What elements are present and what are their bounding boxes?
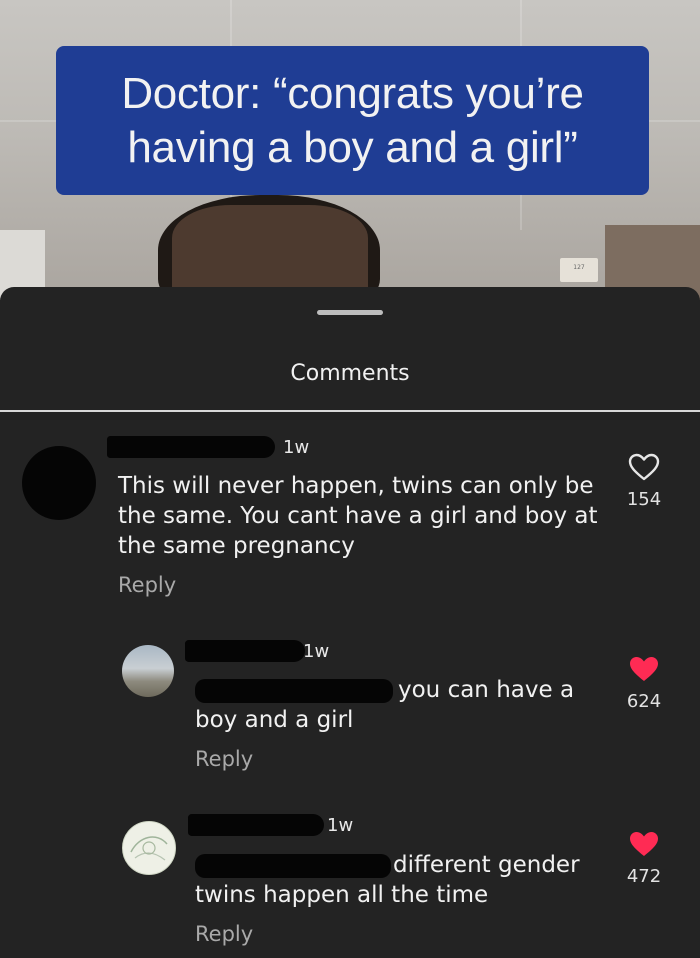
comments-sheet: Comments 1w This will never happen, twin… (0, 287, 700, 958)
reply-comment-item: 1w you can have a boy and a girl Reply 6… (0, 627, 700, 777)
comment-timestamp: 1w (283, 437, 310, 458)
comment-timestamp: 1w (303, 641, 330, 662)
video-caption: Doctor: “congrats you’re having a boy an… (56, 46, 649, 195)
comments-title: Comments (290, 361, 410, 386)
like-count: 154 (626, 489, 662, 510)
like-button[interactable]: 472 (614, 830, 674, 887)
heart-filled-icon (630, 832, 658, 856)
avatar[interactable] (122, 645, 174, 697)
redacted-username (107, 436, 275, 458)
divider (0, 410, 700, 412)
like-button[interactable]: 154 (614, 453, 674, 510)
comment-text-line-2: boy and a girl (195, 707, 354, 733)
heart-outline-icon (628, 453, 660, 481)
wall-sign-text: 127 (573, 264, 585, 271)
comment-text-line-1: different gender (393, 852, 580, 878)
reply-comment-item: 1w different gender twins happen all the… (0, 802, 700, 952)
like-count: 624 (626, 691, 662, 712)
redacted-username (185, 640, 305, 662)
reply-button[interactable]: Reply (195, 922, 253, 946)
comment-timestamp: 1w (327, 815, 354, 836)
avatar-illustration (130, 836, 168, 861)
comment-text: This will never happen, twins can only b… (118, 473, 598, 559)
like-button[interactable]: 624 (614, 655, 674, 712)
redacted-mention (195, 679, 393, 703)
like-count: 472 (626, 866, 662, 887)
redacted-mention (195, 854, 391, 878)
video-background: 127 Doctor: “congrats you’re having a bo… (0, 0, 700, 300)
comment-text-line-1: you can have a (398, 677, 575, 703)
video-caption-text: Doctor: “congrats you’re having a boy an… (121, 68, 584, 172)
comment-text-line-2: twins happen all the time (195, 882, 489, 908)
reply-button[interactable]: Reply (195, 747, 253, 771)
redacted-username (188, 814, 324, 836)
person-face (172, 205, 368, 300)
wall-sign: 127 (560, 258, 598, 282)
heart-filled-icon (630, 657, 658, 681)
comment-item: 1w This will never happen, twins can onl… (0, 427, 700, 607)
reply-button[interactable]: Reply (118, 573, 176, 597)
drag-handle[interactable] (317, 310, 383, 315)
avatar[interactable] (22, 446, 96, 520)
avatar[interactable] (122, 821, 176, 875)
